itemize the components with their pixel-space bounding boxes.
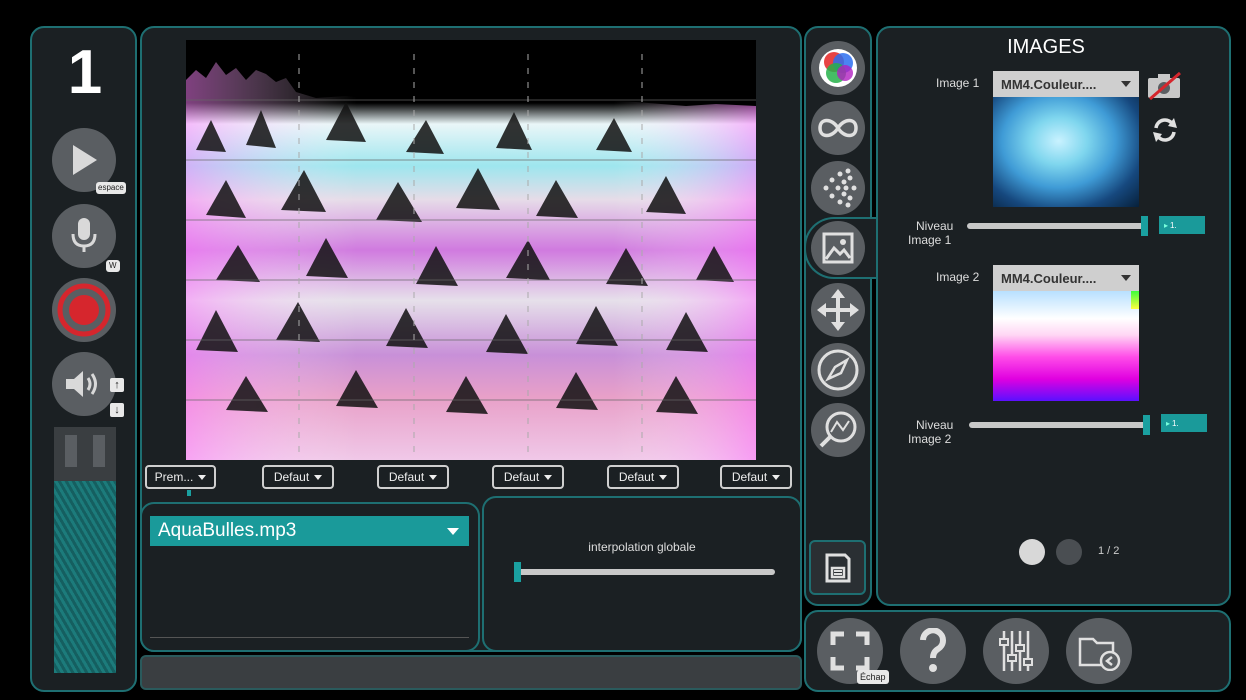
track-name: AquaBulles.mp3 [158, 520, 297, 541]
niveau1-slider[interactable] [967, 223, 1146, 229]
preset-dropdown-6[interactable]: Defaut [720, 465, 792, 489]
fullscreen-icon [830, 631, 870, 671]
picture-icon [822, 232, 854, 264]
sliders-icon [999, 631, 1033, 671]
rgb-circles-icon [819, 49, 857, 87]
niveau2-value[interactable]: ▸ 1. [1161, 414, 1207, 432]
niveau1-value[interactable]: ▸ 1. [1159, 216, 1205, 234]
chevron-down-icon [198, 474, 207, 480]
status-bar [140, 655, 802, 690]
record-icon [57, 283, 111, 337]
question-mark-icon [920, 628, 946, 672]
volume-up-button[interactable]: ↑ [110, 378, 124, 392]
chevron-down-icon [659, 474, 668, 480]
niveau2-slider-handle[interactable] [1143, 415, 1150, 435]
image2-select[interactable]: MM4.Couleur.... [993, 265, 1139, 291]
chevron-down-icon [447, 528, 459, 535]
compass-tool-button[interactable] [811, 343, 865, 397]
compass-icon [817, 349, 859, 391]
camera-off-icon[interactable] [1146, 71, 1184, 101]
image1-select[interactable]: MM4.Couleur.... [993, 71, 1139, 97]
image1-preview [993, 97, 1139, 207]
preset-dropdown-1[interactable]: Prem... [145, 465, 216, 489]
image1-label: Image 1 [936, 76, 980, 90]
interpolation-slider[interactable] [514, 569, 775, 575]
fullscreen-shortcut-badge: Échap [857, 670, 889, 684]
niveau1-slider-handle[interactable] [1141, 216, 1148, 236]
volume-down-button[interactable]: ↓ [110, 403, 124, 417]
refresh-icon[interactable] [1150, 115, 1180, 145]
volume-button[interactable] [52, 352, 116, 416]
move-tool-button[interactable] [811, 283, 865, 337]
page-dot-1[interactable] [1019, 539, 1045, 565]
preset-dropdown-3[interactable]: Defaut [377, 465, 449, 489]
chevron-down-icon [544, 474, 553, 480]
floppy-disk-icon [825, 553, 850, 582]
microphone-icon [71, 218, 97, 252]
play-icon [73, 145, 97, 175]
folder-import-icon [1078, 637, 1121, 671]
interpolation-slider-handle[interactable] [514, 562, 521, 582]
niveau1-label-line1: Niveau [916, 219, 954, 233]
page-indicator: 1 / 2 [1098, 545, 1120, 557]
texture-tool-button[interactable] [811, 161, 865, 215]
preset-dropdown-4[interactable]: Defaut [492, 465, 564, 489]
level-meter-fill [54, 481, 116, 673]
image-tool-button[interactable] [811, 221, 865, 275]
move-arrows-icon [817, 289, 859, 331]
preset-dropdown-2[interactable]: Defaut [262, 465, 334, 489]
play-small-icon: ▸ [1164, 220, 1169, 230]
microphone-button[interactable] [52, 204, 116, 268]
chevron-down-icon [772, 474, 781, 480]
channel-number: 1 [67, 38, 103, 107]
play-small-icon: ▸ [1166, 418, 1171, 428]
search-path-icon [819, 411, 857, 448]
color-tool-button[interactable] [811, 41, 865, 95]
niveau1-label-line2: Image 1 [908, 233, 952, 247]
spectrogram-image [186, 40, 756, 460]
chevron-down-icon [1121, 275, 1131, 281]
interpolation-label: interpolation globale [588, 540, 696, 554]
record-button[interactable] [52, 278, 116, 342]
dropdown-indicator [187, 490, 191, 496]
level-meter [54, 427, 116, 673]
chevron-down-icon [429, 474, 438, 480]
infinity-icon [818, 118, 858, 138]
page-dot-2[interactable] [1056, 539, 1082, 565]
dotted-circle-icon [823, 168, 857, 208]
track-select[interactable]: AquaBulles.mp3 [150, 516, 469, 546]
speaker-icon [66, 371, 97, 397]
track-list-divider [150, 637, 469, 638]
chevron-down-icon [1121, 81, 1131, 87]
niveau2-label-line2: Image 2 [908, 432, 952, 446]
import-folder-button[interactable] [1066, 618, 1132, 684]
path-tool-button[interactable] [811, 403, 865, 457]
image2-preview [993, 291, 1139, 401]
niveau2-label-line1: Niveau [916, 418, 954, 432]
help-button[interactable] [900, 618, 966, 684]
mic-shortcut-badge: W [106, 260, 120, 272]
image2-label: Image 2 [936, 270, 980, 284]
play-shortcut-badge: espace [96, 182, 126, 194]
save-button[interactable] [809, 540, 866, 595]
loop-tool-button[interactable] [811, 101, 865, 155]
images-title: IMAGES [1007, 36, 1085, 58]
chevron-down-icon [314, 474, 323, 480]
mixer-button[interactable] [983, 618, 1049, 684]
niveau2-slider[interactable] [969, 422, 1148, 428]
preset-dropdown-5[interactable]: Defaut [607, 465, 679, 489]
